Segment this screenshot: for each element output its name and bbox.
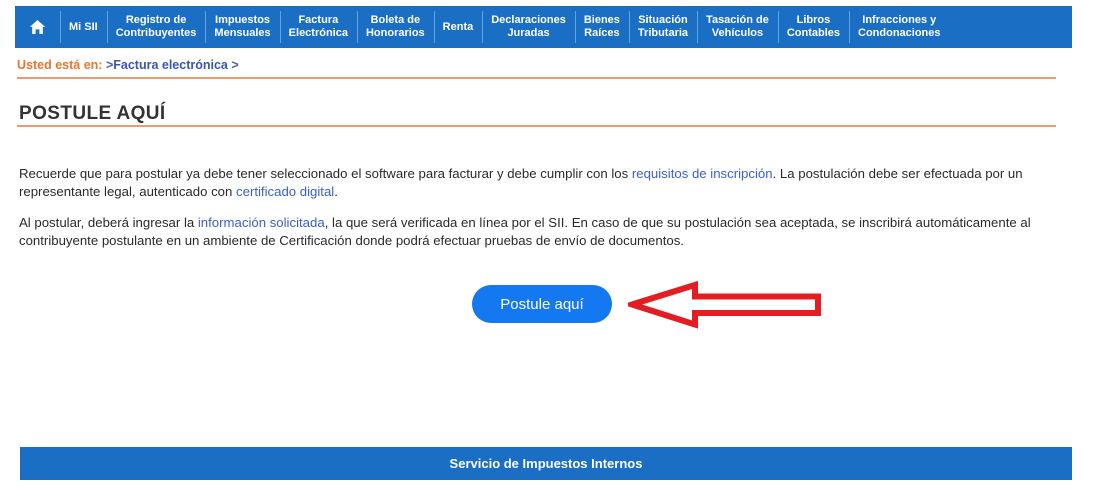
footer-text: Servicio de Impuestos Internos	[449, 456, 643, 471]
nav-item-mi-sii[interactable]: Mi SII	[60, 6, 107, 48]
nav-item-libros-contables[interactable]: Libros Contables	[777, 6, 849, 48]
nav-item-label: Impuestos Mensuales	[214, 14, 271, 39]
nav-item-label: Declaraciones Juradas	[491, 14, 566, 39]
page-root: Mi SII Registro de Contribuyentes Impues…	[0, 0, 1096, 500]
nav-item-situacion-tributaria[interactable]: Situación Tributaria	[628, 6, 697, 48]
nav-item-infracciones-condonaciones[interactable]: Infracciones y Condonaciones	[849, 6, 950, 48]
breadcrumb-separator-trailing: >	[231, 58, 239, 72]
nav-item-registro-contribuyentes[interactable]: Registro de Contribuyentes	[106, 6, 206, 48]
paragraph-requisitos: Recuerde que para postular ya debe tener…	[19, 165, 1069, 201]
nav-item-label: Libros Contables	[786, 14, 840, 39]
nav-item-bienes-raices[interactable]: Bienes Raíces	[574, 6, 629, 48]
paragraph-postulacion: Al postular, deberá ingresar la informac…	[19, 214, 1069, 250]
nav-item-label: Situación Tributaria	[637, 14, 689, 39]
nav-item-declaraciones-juradas[interactable]: Declaraciones Juradas	[482, 6, 575, 48]
page-title: POSTULE AQUÍ	[19, 102, 166, 124]
nav-item-impuestos-mensuales[interactable]: Impuestos Mensuales	[205, 6, 279, 48]
breadcrumb-link-factura-electronica[interactable]: Factura electrónica	[113, 58, 228, 72]
paragraph-1-text-c: .	[334, 184, 338, 200]
nav-item-renta[interactable]: Renta	[433, 6, 483, 48]
postule-aqui-button[interactable]: Postule aquí	[472, 285, 612, 323]
cta-container: Postule aquí	[472, 285, 612, 323]
main-navigation-bar: Mi SII Registro de Contribuyentes Impues…	[15, 6, 1072, 48]
nav-item-boleta-honorarios[interactable]: Boleta de Honorarios	[356, 6, 434, 48]
paragraph-2-text-a: Al postular, deberá ingresar la	[19, 215, 198, 231]
link-informacion-solicitada[interactable]: información solicitada	[198, 215, 325, 230]
nav-item-label: Mi SII	[69, 20, 98, 33]
nav-item-label: Bienes Raíces	[583, 14, 620, 39]
breadcrumb-prefix: Usted está en:	[17, 58, 103, 72]
nav-item-label: Boleta de Honorarios	[365, 14, 425, 39]
divider-top	[17, 77, 1056, 79]
nav-item-label: Infracciones y Condonaciones	[858, 14, 941, 39]
nav-item-label: Tasación de Vehículos	[706, 14, 769, 39]
divider-under-title	[17, 125, 1056, 127]
paragraph-1-text-a: Recuerde que para postular ya debe tener…	[19, 166, 632, 182]
nav-item-label: Factura Electrónica	[288, 14, 348, 39]
footer-bar: Servicio de Impuestos Internos	[20, 447, 1072, 480]
nav-item-label: Renta	[442, 20, 474, 33]
nav-item-factura-electronica[interactable]: Factura Electrónica	[279, 6, 357, 48]
link-requisitos-de-inscripcion[interactable]: requisitos de inscripción	[632, 166, 773, 181]
left-arrow-icon	[621, 280, 823, 330]
home-icon	[29, 19, 46, 35]
nav-item-home[interactable]	[15, 6, 60, 48]
nav-item-tasacion-vehiculos[interactable]: Tasación de Vehículos	[697, 6, 778, 48]
breadcrumb: Usted está en: >Factura electrónica >	[17, 58, 239, 72]
link-certificado-digital[interactable]: certificado digital	[236, 184, 334, 199]
nav-item-label: Registro de Contribuyentes	[115, 14, 197, 39]
